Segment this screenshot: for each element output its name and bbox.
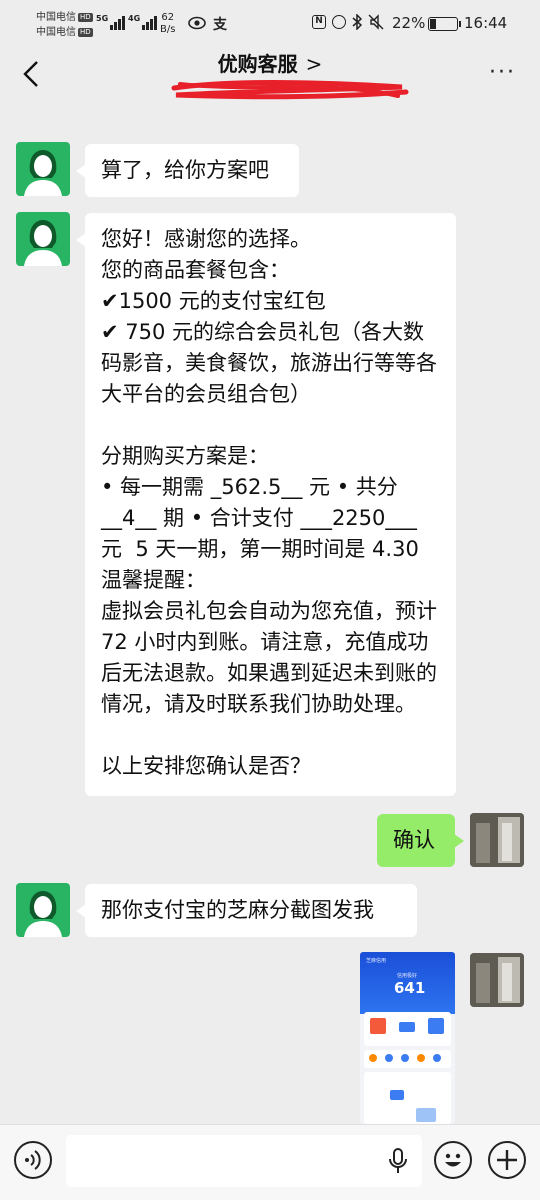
signal-icon: 5G: [96, 14, 126, 30]
carrier-1: 中国电信: [36, 12, 76, 23]
redaction-scribble: [171, 80, 409, 100]
plus-icon: [497, 1150, 517, 1170]
person-icon: [24, 220, 62, 266]
chevron-right-icon: >: [305, 52, 323, 76]
mute-icon: [368, 14, 384, 30]
signal-icon: 4G: [128, 14, 158, 30]
agent-avatar[interactable]: [16, 883, 70, 937]
voice-icon: [25, 1150, 41, 1170]
screenshot-score: 641: [394, 979, 426, 997]
user-photo-icon: [470, 813, 524, 867]
alipay-icon: 支: [213, 17, 227, 33]
user-photo-icon: [470, 953, 524, 1007]
voice-toggle-button[interactable]: [14, 1141, 52, 1179]
nfc-icon: N: [312, 15, 326, 29]
screenshot-score-label: 信用极好: [397, 973, 418, 979]
battery-icon: [428, 17, 461, 31]
message-bubble[interactable]: 算了，给你方案吧: [76, 144, 299, 197]
bluetooth-icon: [352, 14, 362, 30]
emoji-icon: [445, 1153, 461, 1167]
agent-avatar[interactable]: [16, 142, 70, 196]
agent-avatar[interactable]: [16, 212, 70, 266]
net-speed: 62 B/s: [160, 12, 176, 35]
battery-percent: 22%: [392, 14, 426, 32]
emoji-button[interactable]: [434, 1141, 472, 1179]
microphone-icon[interactable]: [388, 1147, 408, 1175]
input-bar: [0, 1124, 540, 1200]
user-avatar[interactable]: [470, 813, 524, 867]
more-options-button[interactable]: ···: [489, 60, 516, 85]
person-icon: [24, 150, 62, 196]
carrier-info: 中国电信 HD 中国电信 HD: [36, 12, 93, 38]
status-bar: 中国电信 HD 中国电信 HD 5G 4G 62 B/s 支 N 22% 16:44: [0, 0, 540, 46]
chat-header: 优购客服 > ···: [0, 46, 540, 112]
message-bubble-self[interactable]: 确认: [377, 814, 464, 867]
clock: 16:44: [464, 14, 508, 32]
carrier-2: 中国电信: [36, 27, 76, 38]
message-bubble[interactable]: 那你支付宝的芝麻分截图发我: [76, 884, 417, 937]
eye-icon: [188, 16, 206, 30]
alarm-icon: [332, 15, 346, 29]
message-bubble[interactable]: 您好！感谢您的选择。 您的商品套餐包含： ✔1500 元的支付宝红包 ✔ 750…: [76, 213, 456, 796]
screenshot-image-message[interactable]: 芝麻信用 信用极好 641: [360, 952, 455, 1124]
add-attachment-button[interactable]: [488, 1141, 526, 1179]
person-icon: [24, 891, 62, 937]
chat-title[interactable]: 优购客服 >: [0, 48, 540, 77]
screenshot-app-title: 芝麻信用: [366, 958, 387, 964]
user-avatar[interactable]: [470, 953, 524, 1007]
message-input[interactable]: [66, 1135, 422, 1187]
